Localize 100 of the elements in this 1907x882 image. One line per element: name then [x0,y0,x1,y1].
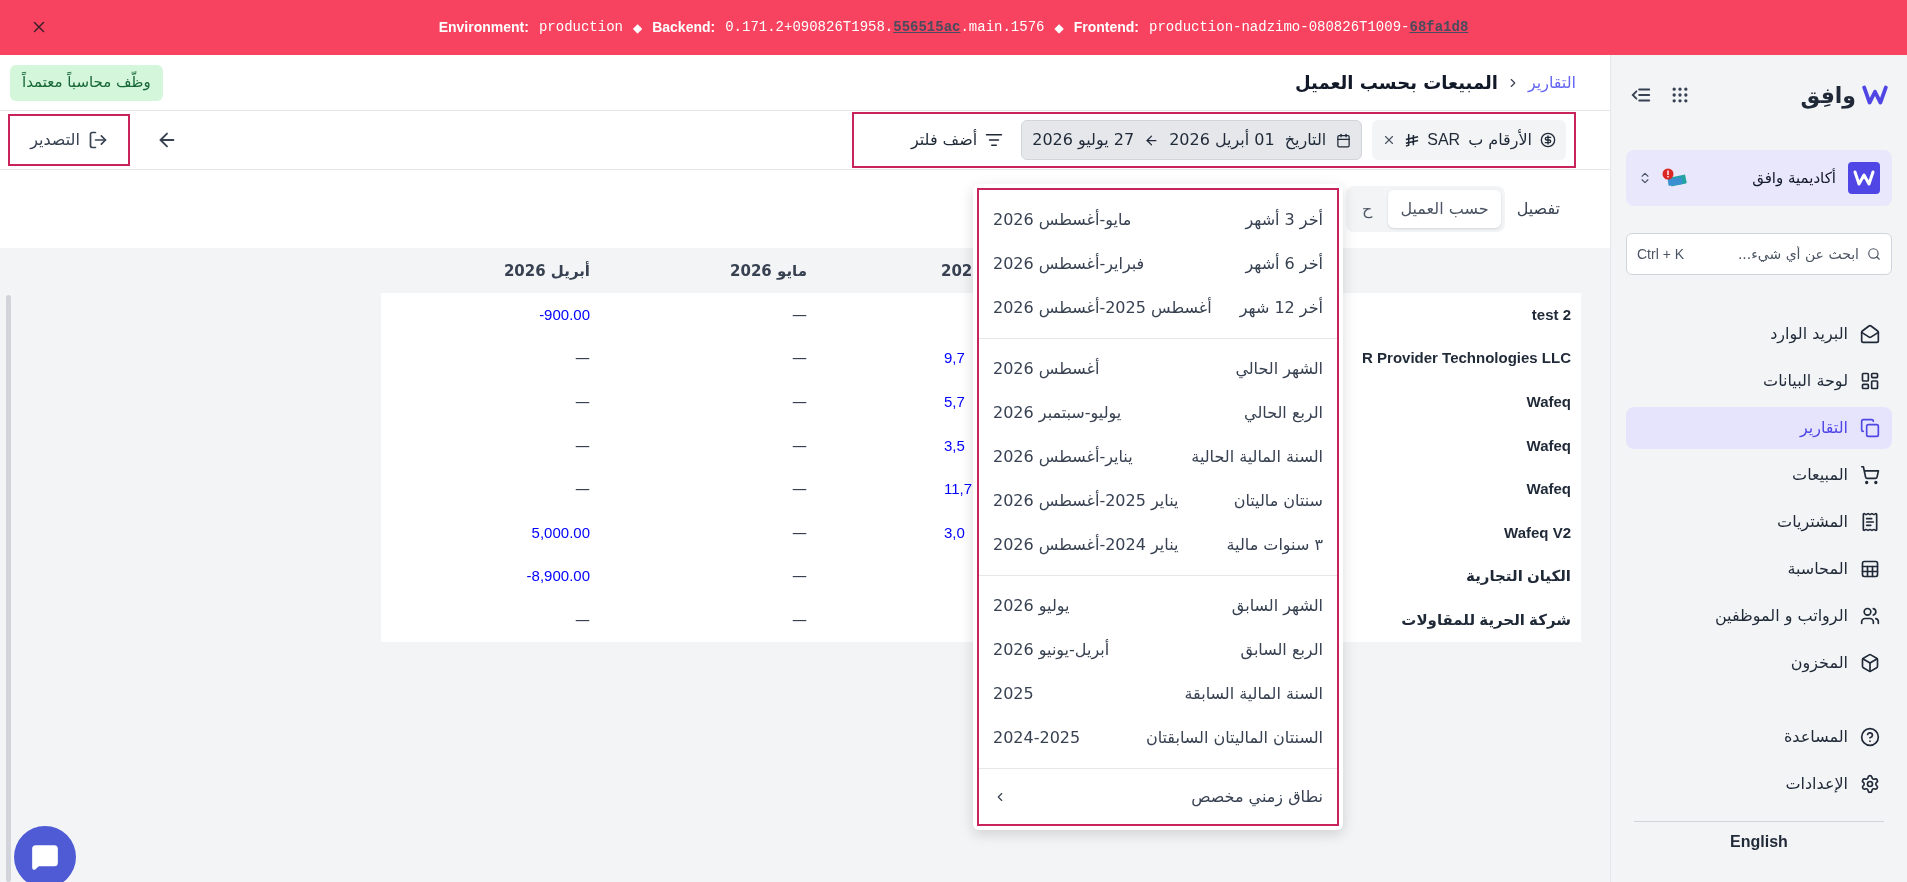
table-icon [1860,559,1880,579]
preset-option[interactable]: أخر 6 أشهر فبراير-أغسطس 2026 [979,242,1337,286]
apps-grid-icon[interactable] [1670,85,1690,105]
table-cell: — [792,436,807,455]
promo-badge[interactable]: وظّف محاسباً معتمداً [10,64,163,101]
envelope-icon [1860,324,1880,344]
amount-link[interactable]: 5,7 [944,391,965,414]
language-link[interactable]: English [1730,830,1788,854]
amount-link[interactable]: 9,7 [944,347,965,370]
env-label: Environment: [438,18,529,37]
column-header: مايو 2026 [730,262,807,280]
calendar-icon [1336,132,1352,148]
scrollbar[interactable] [6,295,11,882]
env-value: .main.1576 [960,18,1045,37]
amount-link[interactable]: 11,7 [944,478,973,501]
sidebar-item[interactable]: التقارير [1626,407,1892,449]
help-icon [1860,727,1880,747]
amount-link[interactable]: 5,000.00 [531,521,590,545]
preset-option[interactable]: الربع الحالي يوليو-سبتمبر 2026 [979,391,1337,435]
view-label: تفصيل [1516,198,1560,220]
export-icon [87,130,108,150]
preset-option[interactable]: أخر 12 شهر أغسطس 2025-أغسطس 2026 [979,286,1337,330]
amount-link[interactable]: -900.00 [539,303,590,327]
separator: ◆ [632,19,643,37]
page-title: المبيعات بحسب العميل [1294,71,1498,95]
logo-icon [1862,84,1888,106]
amount-link[interactable]: 3,5 [944,434,965,458]
customer-name: Wafeq V2 [1504,523,1571,541]
view-tab[interactable]: ح [1350,190,1385,228]
date-to: 27 يوليو 2026 [1032,129,1135,151]
sidebar-item[interactable]: الإعدادات [1626,763,1892,805]
env-value: production [538,18,623,37]
add-filter-button[interactable]: أضف فلتر [902,120,1012,160]
logo-text: وافِق [1800,81,1856,111]
sidebar-item[interactable]: البريد الوارد [1626,313,1892,355]
currency-icon [1540,132,1556,148]
table-cell: — [575,436,590,455]
sidebar-item[interactable]: المشتريات [1626,501,1892,543]
settings-icon [1860,774,1880,794]
table-cell: — [792,393,807,411]
sidebar-item[interactable]: المحاسبة [1626,548,1892,590]
customer-name: Wafeq [1526,480,1571,498]
amount-link[interactable]: -8,900.00 [526,565,590,588]
filter-icon [985,131,1004,149]
table-cell: — [575,480,590,499]
customer-name: R Provider Technologies LLC [1362,349,1571,367]
column-header: أبريل 2026 [503,262,590,280]
organization-logo-icon [1848,162,1880,194]
customer-name: Wafeq [1526,393,1571,410]
table-cell: — [575,393,590,411]
receipt-icon [1860,512,1880,532]
separator: ◆ [1054,19,1064,37]
filter-label: الأرقام ب [1468,128,1532,152]
preset-option[interactable]: الشهر السابق يوليو 2026 [979,584,1337,628]
search-icon [1867,247,1881,261]
box-icon [1860,653,1880,673]
sidebar-item[interactable]: المبيعات [1626,454,1892,496]
amount-link[interactable]: 3,0 [944,521,965,545]
chat-bubble-icon [31,843,59,871]
cart-icon [1860,465,1880,485]
env-label: Frontend: [1073,18,1140,37]
sidebar-item[interactable]: لوحة البيانات [1626,360,1892,402]
breadcrumb-link[interactable]: التقارير [1527,70,1576,95]
preset-option[interactable]: سنتان ماليتان يناير 2025-أغسطس 2026 [979,479,1337,523]
env-value: production-nadzimo-080826T1009- [1149,18,1410,37]
shortcut-hint: Ctrl + K [1637,244,1685,264]
customer-name: شركة الحرية للمقاولات [1401,610,1571,628]
table-cell: — [792,523,807,542]
env-value: 0.171.2+090826T1958. [725,18,894,37]
table-cell: — [792,349,807,368]
custom-range-option[interactable]: نطاق زمني مخصص [979,774,1337,819]
preset-option[interactable]: أخر 3 أشهر مايو-أغسطس 2026 [979,198,1337,242]
sidebar-item[interactable]: المخزون [1626,642,1892,684]
preset-option[interactable]: الشهر الحالي أغسطس 2026 [979,347,1337,391]
customer-name: الكيان التجارية [1466,567,1571,585]
preset-option[interactable]: السنة المالية الحالية يناير-أغسطس 2026 [979,435,1337,479]
env-label: Backend: [652,18,716,37]
filter-value: SAR [1427,130,1461,150]
date-filter-chip[interactable]: التاريخ 01 أبريل 2026 27 يوليو 2026 [1021,120,1363,160]
table-cell: — [792,610,807,629]
notification-alert-icon [1662,168,1688,188]
dashboard-icon [1860,371,1880,391]
organization-name: أكاديمية وافق [1752,167,1836,189]
preset-option[interactable]: ٣ سنوات مالية يناير 2024-أغسطس 2026 [979,523,1337,567]
export-button[interactable]: التصدير [8,114,130,166]
preset-option[interactable]: الربع السابق أبريل-يونيو 2026 [979,628,1337,672]
users-icon [1860,606,1880,626]
riyal-sign-icon [1404,132,1420,148]
organization-switcher[interactable]: أكاديمية وافق [1626,150,1892,206]
sidebar-item[interactable]: المساعدة [1626,716,1892,758]
table-cell: — [575,610,590,629]
table-cell: — [792,480,807,499]
table-cell: — [575,349,590,368]
customer-name: Wafeq [1526,436,1571,454]
date-from: 01 أبريل 2026 [1169,128,1275,152]
copy-icon [1860,418,1880,438]
sidebar-item[interactable]: الرواتب و الموظفين [1626,595,1892,637]
view-tab[interactable]: حسب العميل [1388,190,1501,228]
table-cell: — [792,305,807,324]
customer-name: test 2 [1531,305,1571,323]
